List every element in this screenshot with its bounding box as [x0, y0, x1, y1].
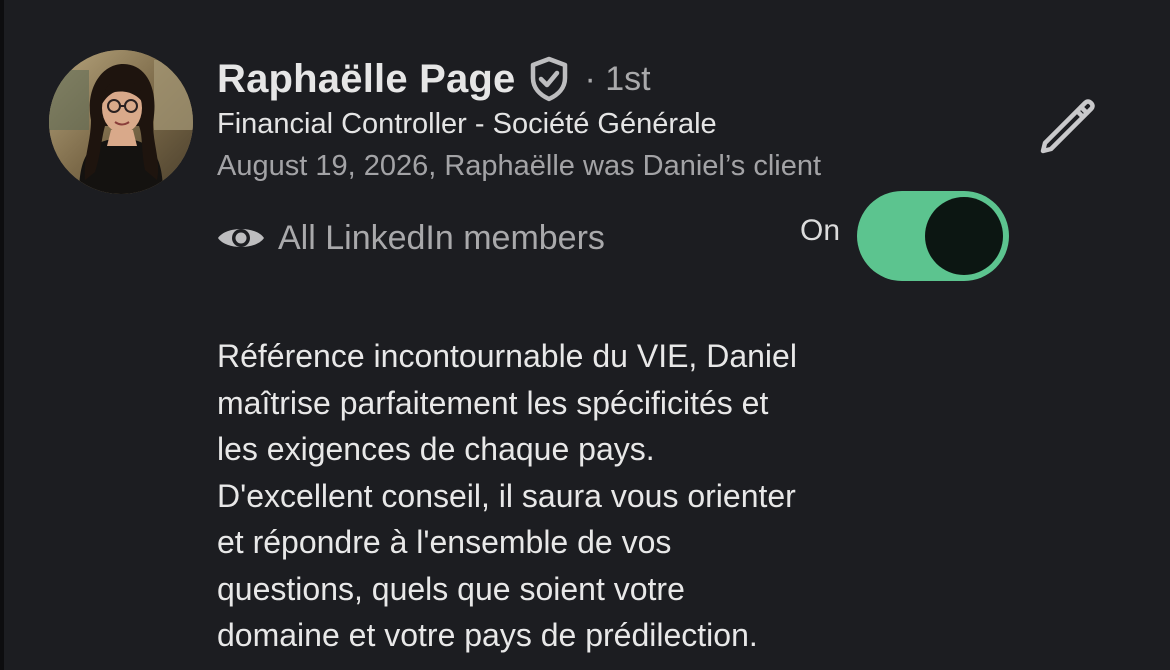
recommendation-card: Raphaëlle Page · 1st Financial Controlle… — [4, 0, 1170, 670]
recommendation-text-line: questions, quels que soient votre — [217, 570, 685, 607]
recommendation-text-line: les exigences de chaque pays. — [217, 431, 655, 467]
recommendation-text: Référence incontournable du VIE, Daniel … — [217, 333, 977, 659]
author-name[interactable]: Raphaëlle Page — [217, 57, 515, 102]
name-row: Raphaëlle Page · 1st — [217, 52, 651, 106]
profile-avatar[interactable] — [49, 50, 193, 194]
recommendation-text-line: et répondre à l'ensemble de vos — [217, 524, 672, 560]
toggle-label: On — [800, 214, 841, 247]
recommendation-meta: August 19, 2026, Raphaëlle was Daniel’s … — [217, 150, 822, 182]
recommendation-text-line: maîtrise parfaitement les spécificités e… — [217, 384, 769, 421]
visibility-toggle[interactable] — [857, 191, 1009, 281]
author-headline: Financial Controller - Société Générale — [217, 108, 717, 140]
toggle-knob — [925, 197, 1003, 275]
recommendation-text-line: domaine et votre pays de prédilection. — [217, 617, 758, 653]
visibility-label: All LinkedIn members — [278, 218, 605, 257]
avatar-photo — [49, 50, 193, 194]
pencil-icon — [1040, 99, 1095, 154]
edit-button[interactable] — [1028, 88, 1100, 160]
visibility-setting[interactable]: All LinkedIn members — [216, 214, 605, 262]
recommendation-text-line: D'excellent conseil, il saura vous orien… — [217, 477, 796, 514]
connection-degree: · 1st — [584, 59, 651, 98]
shield-check-icon — [528, 55, 572, 103]
recommendation-text-line: Référence incontournable du VIE, Daniel — [217, 338, 797, 374]
eye-icon — [216, 222, 266, 254]
